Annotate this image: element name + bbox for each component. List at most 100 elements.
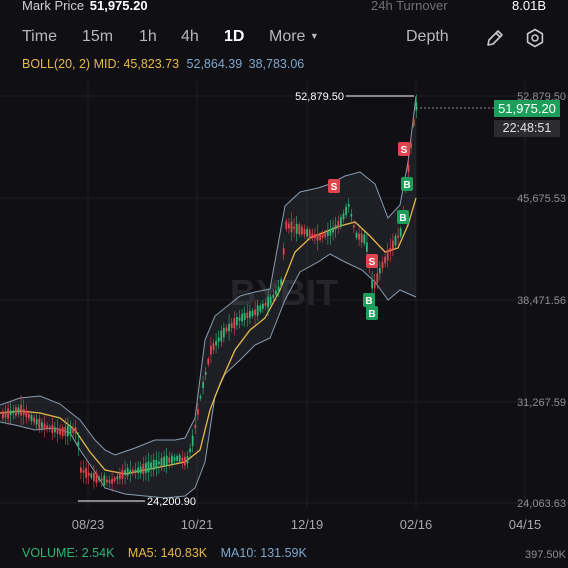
- candle-body: [51, 424, 54, 434]
- boll-upper-value: 52,864.39: [186, 57, 243, 71]
- tab-1h[interactable]: 1h: [139, 28, 157, 46]
- mark-price-value: 51,975.20: [89, 0, 148, 13]
- candle-body: [223, 328, 225, 338]
- candle-body: [100, 478, 103, 481]
- turnover-value: 8.01B: [512, 0, 546, 13]
- candle-body: [158, 461, 160, 465]
- candle-body: [54, 427, 56, 433]
- candle-body: [74, 427, 77, 433]
- candle-body: [93, 472, 95, 482]
- candle-body: [150, 462, 152, 470]
- candle-body: [319, 234, 321, 240]
- candle-body: [168, 457, 171, 463]
- candle-body: [15, 407, 17, 416]
- buy-signal-label: B: [403, 180, 410, 191]
- date-tick: 10/21: [181, 517, 214, 532]
- mark-price: Mark Price 51,975.20: [22, 0, 148, 13]
- candle-body: [337, 220, 340, 229]
- sell-signal-label: S: [401, 145, 408, 156]
- candle-body: [360, 233, 363, 243]
- candle-body: [217, 337, 220, 342]
- candle-body: [207, 358, 210, 365]
- buy-signal-label: B: [368, 309, 375, 320]
- candle-body: [90, 473, 93, 478]
- tab-more[interactable]: More ▼: [269, 28, 319, 46]
- candle-body: [98, 477, 100, 481]
- candle-body: [119, 472, 121, 480]
- candle-body: [379, 268, 381, 274]
- candle-body: [25, 411, 28, 417]
- price-tick: 38,471.56: [517, 295, 566, 307]
- candle-body: [155, 459, 158, 468]
- tab-15m[interactable]: 15m: [82, 28, 113, 46]
- candle-body: [230, 322, 233, 328]
- candle-body: [184, 456, 186, 466]
- volume-value: 2.54K: [81, 546, 115, 560]
- candle-body: [77, 441, 80, 447]
- boll-indicator: BOLL(20, 2) MID: 45,823.73 52,864.39 38,…: [22, 57, 304, 71]
- candle-body: [397, 235, 399, 238]
- boll-lower-value: 38,783.06: [248, 57, 305, 71]
- sell-signal: S: [398, 142, 410, 156]
- candle-body: [238, 317, 241, 321]
- candle-body: [410, 143, 412, 148]
- low-marker-label: 24,200.90: [147, 496, 196, 508]
- candle-body: [22, 409, 25, 416]
- volume-label: VOLUME:: [22, 546, 79, 560]
- candle-body: [7, 408, 9, 419]
- candle-body: [386, 249, 389, 261]
- candle-body: [293, 226, 295, 229]
- candle-body: [399, 228, 402, 237]
- candle-body: [392, 240, 394, 250]
- candle-body: [285, 221, 288, 229]
- candle-body: [225, 327, 228, 332]
- candle-body: [321, 234, 324, 238]
- sell-signal: S: [366, 254, 378, 268]
- candle-body: [415, 102, 418, 111]
- candle-body: [363, 234, 366, 244]
- buy-signal: B: [363, 293, 375, 307]
- candle-body: [275, 290, 277, 295]
- candle-body: [389, 247, 392, 253]
- candle-body: [324, 232, 327, 238]
- candle-body: [329, 228, 332, 236]
- candle-body: [210, 345, 212, 355]
- candle-body: [108, 480, 111, 483]
- candle-body: [38, 418, 41, 429]
- sell-signal-label: S: [369, 257, 376, 268]
- candle-body: [35, 419, 38, 425]
- interval-tabs: Time 15m 1h 4h 1D More ▼ Depth: [0, 28, 568, 50]
- low-marker: 24,200.90: [78, 496, 196, 508]
- candle-body: [215, 341, 217, 346]
- candle-body: [262, 303, 264, 309]
- candle-body: [64, 427, 67, 436]
- candle-body: [142, 463, 145, 475]
- candlestick-chart[interactable]: BYBIT 52,879.50 24,200.90 S S S B B B B …: [0, 80, 568, 538]
- pencil-icon[interactable]: [485, 28, 505, 53]
- candle-body: [314, 234, 316, 239]
- tab-4h[interactable]: 4h: [181, 28, 199, 46]
- candle-body: [280, 279, 282, 286]
- candle-body: [4, 411, 7, 418]
- candle-body: [342, 213, 345, 220]
- candle-body: [355, 232, 358, 238]
- candle-body: [111, 478, 113, 484]
- high-marker-label: 52,879.50: [295, 91, 344, 103]
- tab-depth[interactable]: Depth: [406, 28, 449, 46]
- tab-1d[interactable]: 1D: [224, 28, 244, 46]
- settings-icon[interactable]: [525, 28, 545, 53]
- candle-body: [334, 225, 337, 230]
- candle-body: [41, 422, 43, 429]
- tab-time[interactable]: Time: [22, 28, 57, 46]
- candle-body: [48, 426, 51, 430]
- candle-body: [376, 273, 379, 283]
- candle-body: [191, 435, 194, 446]
- date-tick: 12/19: [291, 517, 324, 532]
- candle-body: [332, 227, 334, 233]
- candle-body: [269, 296, 272, 304]
- candle-body: [267, 296, 269, 308]
- volume-max-label: 397.50K: [525, 549, 566, 561]
- turnover-label: 24h Turnover: [371, 0, 448, 13]
- candle-body: [72, 428, 74, 433]
- candle-body: [69, 426, 72, 435]
